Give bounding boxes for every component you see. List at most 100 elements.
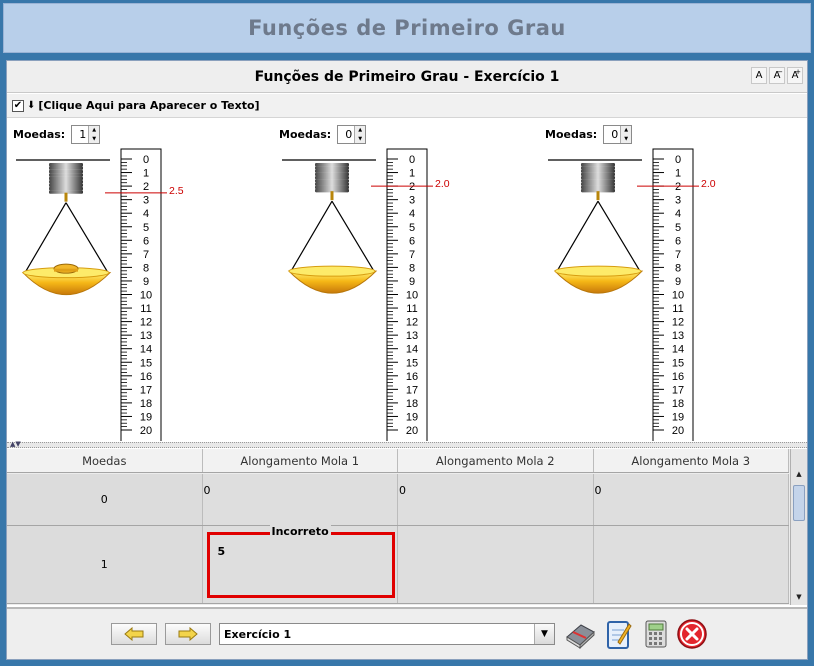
ruler-tick-label: 0 <box>675 154 681 166</box>
pan-rim <box>288 265 376 277</box>
ruler-tick-label: 5 <box>409 222 415 234</box>
spring-station-1: Moedas: 1 ▲ ▼ 0 1 2 3 4 5 6 7 8 9 10 11 12 13 14 15 16 17 1… <box>13 119 273 441</box>
book-button[interactable] <box>563 617 597 651</box>
ruler-tick-label: 12 <box>672 317 684 329</box>
table-cell-mola2[interactable] <box>398 526 594 603</box>
arrow-right-icon <box>178 627 198 641</box>
ruler-tick-label: 11 <box>140 303 151 315</box>
spring-scale-drawing: 012345678910111213141516171819202.0 <box>548 148 716 441</box>
scroll-down-icon[interactable]: ▼ <box>793 591 805 603</box>
answer-value[interactable]: 5 <box>218 545 226 558</box>
spring-coil <box>581 182 615 186</box>
close-icon <box>677 619 707 649</box>
table-cell-mola1[interactable]: 0 <box>202 474 398 525</box>
ruler-tick-label: 9 <box>409 276 415 288</box>
ruler-tick-label: 19 <box>140 411 152 423</box>
notepad-button[interactable] <box>601 617 635 651</box>
ruler-tick-label: 19 <box>406 411 418 423</box>
spring-coil <box>581 163 615 167</box>
spring-coil <box>315 169 349 173</box>
spring-coil <box>49 173 83 177</box>
spring-station-2: Moedas: 0 ▲ ▼ 0 1 2 3 4 5 6 7 8 9 10 11 12 13 14 15 16 17 1… <box>279 119 539 441</box>
font-decrease-button[interactable]: A − <box>769 67 785 84</box>
simulation-area: Moedas: 1 ▲ ▼ 0 1 2 3 4 5 6 7 8 9 10 11 12 13 14 15 16 17 1… <box>7 119 807 441</box>
ruler-tick-label: 14 <box>406 344 418 356</box>
ruler-tick-label: 11 <box>672 303 683 315</box>
app-title: Funções de Primeiro Grau <box>248 16 566 40</box>
exercise-header: Funções de Primeiro Grau - Exercício 1 A… <box>7 61 807 93</box>
ruler-tick-label: 10 <box>140 290 152 302</box>
ruler-tick-label: 12 <box>140 317 152 329</box>
spring-coil <box>49 176 83 181</box>
notepad-icon <box>607 621 632 649</box>
ruler-tick-label: 5 <box>143 222 149 234</box>
table-body: 0 0 0 0 1 Incorreto 5 <box>7 474 789 604</box>
ruler-tick-label: 0 <box>409 154 415 166</box>
column-header: Alongamento Mola 1 <box>202 449 398 472</box>
column-header: Moedas <box>7 449 203 472</box>
previous-button[interactable] <box>111 623 157 645</box>
ruler-tick-label: 3 <box>143 195 149 207</box>
ruler-tick-label: 8 <box>409 262 415 274</box>
ruler-tick-label: 15 <box>406 357 418 369</box>
ruler-tick-label: 6 <box>409 235 415 247</box>
table-cell-mola3[interactable] <box>593 526 789 603</box>
spring-coil <box>49 186 83 191</box>
spring-coil <box>315 172 349 177</box>
scroll-up-icon[interactable]: ▲ <box>793 468 805 480</box>
text-toggle-checkbox[interactable]: ✔ <box>12 99 24 112</box>
spring-coil <box>581 166 615 170</box>
down-arrow-icon: ⬇ <box>27 100 36 111</box>
footer-toolbar: Exercício 1 ▼ <box>7 607 807 659</box>
ruler-tick-label: 19 <box>672 411 684 423</box>
split-pane-divider[interactable]: ▲▼ <box>7 440 807 448</box>
ruler-tick-label: 13 <box>672 330 684 342</box>
spring-coil <box>315 182 349 186</box>
font-reset-button[interactable]: A <box>751 67 767 84</box>
text-toggle-label[interactable]: [Clique Aqui para Aparecer o Texto] <box>38 99 259 112</box>
ruler-tick-label: 4 <box>143 208 149 220</box>
ruler-tick-label: 10 <box>406 290 418 302</box>
ruler-tick-label: 18 <box>140 398 152 410</box>
ruler-tick-label: 8 <box>675 262 681 274</box>
divider-arrows-icon[interactable]: ▲▼ <box>10 440 21 448</box>
table-cell-mola2[interactable]: 0 <box>398 474 594 525</box>
ruler-tick-label: 14 <box>672 344 684 356</box>
next-button[interactable] <box>165 623 211 645</box>
ruler-tick-label: 17 <box>140 384 152 396</box>
spring-coil <box>49 166 83 170</box>
results-table: Moedas Alongamento Mola 1 Alongamento Mo… <box>7 449 807 605</box>
table-cell-mola1[interactable]: Incorreto 5 <box>202 525 398 603</box>
pan-string <box>65 202 109 273</box>
table-cell-moedas: 0 <box>7 474 203 525</box>
table-row: 1 Incorreto 5 <box>7 525 789 604</box>
ruler-tick-label: 6 <box>675 235 681 247</box>
text-toggle-row: ✔ ⬇ [Clique Aqui para Aparecer o Texto] <box>7 94 807 118</box>
spring-coil <box>581 175 615 180</box>
ruler-tick-label: 18 <box>672 398 684 410</box>
dropdown-arrow-icon[interactable]: ▼ <box>534 624 554 644</box>
font-increase-button[interactable]: A + <box>787 67 803 84</box>
spring-coil <box>49 183 83 187</box>
pan-rim <box>554 265 642 277</box>
ruler-tick-label: 15 <box>140 357 152 369</box>
pan-string <box>24 202 67 273</box>
exercise-select[interactable]: Exercício 1 ▼ <box>219 623 555 645</box>
table-cell-mola3[interactable]: 0 <box>593 474 789 525</box>
table-scrollbar[interactable]: ▲ ▼ <box>790 449 807 605</box>
ruler-tick-label: 1 <box>143 168 149 180</box>
spring-scale-drawing: 012345678910111213141516171819202.5 <box>16 148 184 441</box>
incorrect-feedback-box: Incorreto 5 <box>206 525 395 598</box>
close-button[interactable] <box>675 617 709 651</box>
ruler-tick-label: 9 <box>143 276 149 288</box>
app-title-bar: Funções de Primeiro Grau <box>3 3 811 53</box>
ruler-tick-label: 2 <box>409 181 415 193</box>
spring-coil <box>581 169 615 173</box>
ruler-tick-label: 18 <box>406 398 418 410</box>
ruler-tick-label: 4 <box>675 208 681 220</box>
scroll-thumb[interactable] <box>793 485 805 521</box>
ruler-tick-label: 8 <box>143 262 149 274</box>
pan-string <box>597 200 641 272</box>
calculator-button[interactable] <box>639 617 673 651</box>
ruler-tick-label: 2 <box>143 181 149 193</box>
